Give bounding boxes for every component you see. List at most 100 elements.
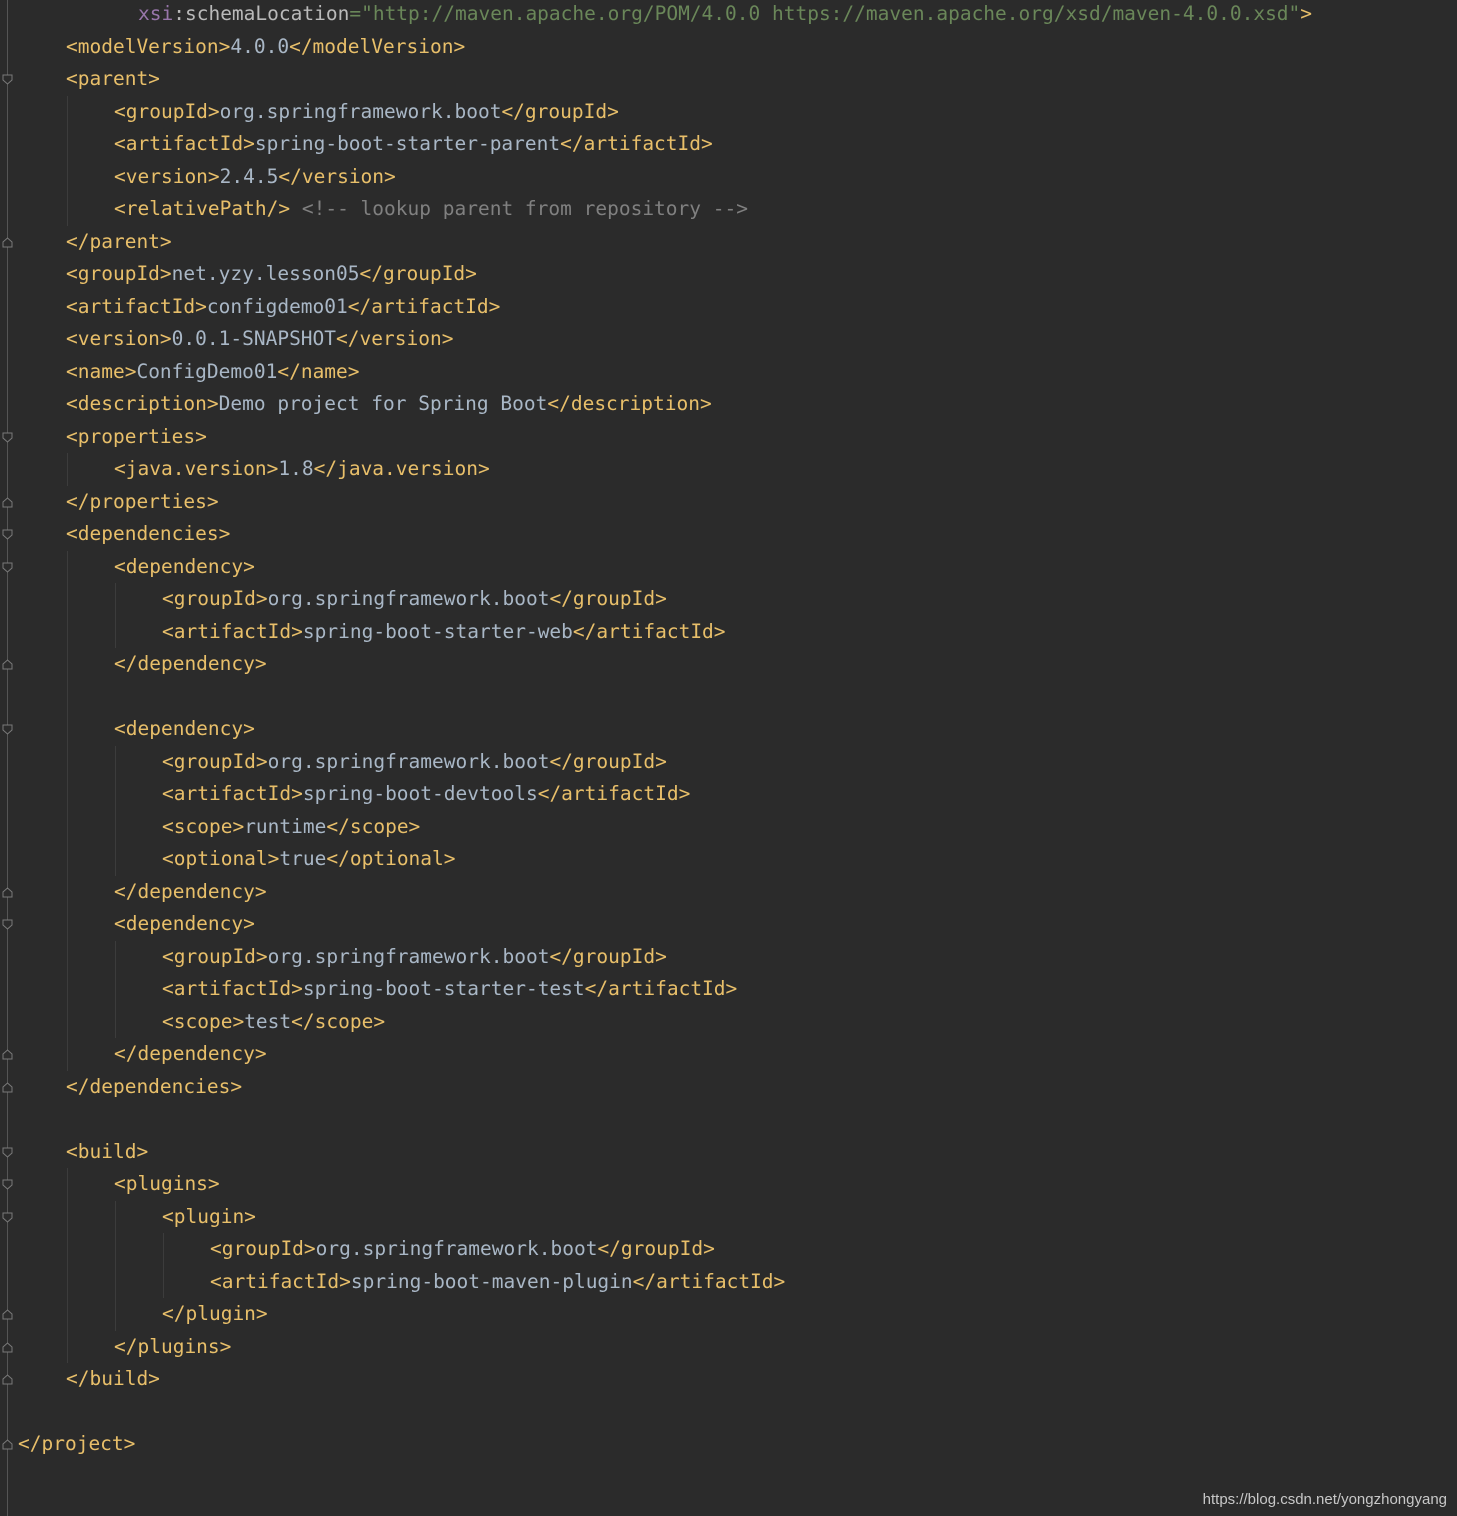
code-token-tag: <artifactId>	[162, 782, 303, 805]
code-line[interactable]: <plugin>	[162, 1201, 256, 1233]
code-line[interactable]: <dependency>	[114, 713, 255, 745]
indent-guide	[67, 550, 68, 1071]
code-token-tag: <relativePath/>	[114, 197, 291, 220]
code-line[interactable]: </plugin>	[162, 1298, 268, 1330]
code-token-tag: </parent>	[66, 229, 172, 253]
indent-guide	[115, 940, 116, 1038]
code-line[interactable]: <version>0.0.1-SNAPSHOT</version>	[66, 323, 453, 355]
watermark-text: https://blog.csdn.net/yongzhongyang	[1202, 1491, 1447, 1508]
code-line[interactable]: <groupId>net.yzy.lesson05</groupId>	[66, 258, 477, 290]
fold-close-icon[interactable]	[2, 236, 13, 248]
code-line[interactable]: <groupId>org.springframework.boot</group…	[162, 746, 667, 778]
code-token-tag: </artifactId>	[560, 132, 713, 155]
code-line[interactable]: <artifactId>spring-boot-maven-plugin</ar…	[210, 1266, 785, 1298]
code-line[interactable]: <dependency>	[114, 908, 255, 940]
fold-open-icon[interactable]	[2, 1147, 13, 1158]
code-line[interactable]: <dependency>	[114, 551, 255, 583]
code-line[interactable]: <artifactId>spring-boot-starter-parent</…	[114, 128, 713, 160]
code-line[interactable]: <properties>	[66, 421, 207, 453]
fold-close-icon[interactable]	[2, 496, 13, 508]
fold-close-icon[interactable]	[2, 1439, 13, 1450]
fold-open-icon[interactable]	[2, 724, 13, 735]
code-token-txt: 2.4.5	[219, 164, 279, 188]
code-token-tag: </groupId>	[549, 587, 667, 610]
fold-close-icon[interactable]	[2, 1341, 13, 1353]
code-token-tag: <groupId>	[162, 944, 268, 968]
code-token-tag: <version>	[66, 327, 172, 350]
code-editor[interactable]: xsi:schemaLocation="http://maven.apache.…	[0, 0, 1457, 1516]
code-line[interactable]: <groupId>org.springframework.boot</group…	[210, 1233, 715, 1265]
code-line[interactable]: </project>	[18, 1428, 135, 1460]
code-line[interactable]: <scope>runtime</scope>	[162, 811, 420, 843]
code-line[interactable]: </plugins>	[114, 1331, 231, 1363]
fold-open-icon[interactable]	[2, 1179, 13, 1190]
code-token-tag: </scope>	[291, 1009, 386, 1033]
code-line[interactable]: </dependencies>	[66, 1071, 242, 1103]
code-line[interactable]: </dependency>	[114, 648, 267, 680]
code-line[interactable]: <modelVersion>4.0.0</modelVersion>	[66, 31, 465, 63]
fold-close-icon[interactable]	[2, 1374, 13, 1385]
indent-guide	[163, 1233, 164, 1298]
fold-open-icon[interactable]	[2, 562, 13, 573]
code-token-tag: <plugin>	[162, 1204, 256, 1228]
fold-close-icon[interactable]	[2, 1309, 13, 1320]
code-token-tag: <name>	[66, 359, 137, 383]
code-line[interactable]: </properties>	[66, 486, 219, 518]
code-line[interactable]: <artifactId>configdemo01</artifactId>	[66, 291, 500, 323]
code-token-tag: </dependency>	[114, 1042, 267, 1065]
code-line[interactable]: <groupId>org.springframework.boot</group…	[114, 96, 619, 128]
code-token-tag: <version>	[114, 164, 220, 188]
fold-open-icon[interactable]	[2, 919, 13, 930]
fold-close-icon[interactable]	[2, 1049, 13, 1060]
code-token-tag: <modelVersion>	[66, 34, 231, 58]
code-token-tag: <dependency>	[114, 912, 255, 935]
code-token-attr-ns: xsi	[138, 2, 174, 25]
code-line[interactable]: <plugins>	[114, 1168, 220, 1200]
fold-close-icon[interactable]	[2, 1081, 13, 1093]
code-line[interactable]: <groupId>org.springframework.boot</group…	[162, 583, 667, 615]
code-line[interactable]: <relativePath/> <!-- lookup parent from …	[114, 193, 748, 225]
code-line[interactable]: <artifactId>spring-boot-starter-test</ar…	[162, 973, 737, 1005]
code-line[interactable]: <artifactId>spring-boot-starter-web</art…	[162, 616, 726, 648]
code-line[interactable]: </dependency>	[114, 876, 267, 908]
code-token-tag: </scope>	[326, 814, 421, 838]
code-line[interactable]: <parent>	[66, 63, 160, 95]
gutter-divider	[7, 0, 8, 1516]
code-line[interactable]: <name>ConfigDemo01</name>	[66, 356, 360, 388]
code-line[interactable]: <version>2.4.5</version>	[114, 161, 396, 193]
code-token-txt: true	[279, 847, 327, 870]
code-line[interactable]: </build>	[66, 1363, 160, 1395]
code-token-tag: </name>	[277, 359, 360, 383]
code-token-tag: </java.version>	[313, 457, 490, 480]
code-token-tag: </description>	[547, 392, 712, 415]
code-line[interactable]: <java.version>1.8</java.version>	[114, 453, 490, 485]
code-token-tag: <artifactId>	[114, 132, 255, 155]
code-line[interactable]: </parent>	[66, 226, 172, 258]
code-line[interactable]: <description>Demo project for Spring Boo…	[66, 388, 712, 420]
code-line[interactable]: <groupId>org.springframework.boot</group…	[162, 941, 667, 973]
code-line[interactable]: xsi:schemaLocation="http://maven.apache.…	[138, 0, 1312, 30]
code-line[interactable]: <build>	[66, 1136, 148, 1168]
code-token-tag: <parent>	[66, 67, 160, 90]
code-line[interactable]: <optional>true</optional>	[162, 843, 456, 875]
code-token-tag: <groupId>	[114, 99, 220, 123]
code-line[interactable]: <artifactId>spring-boot-devtools</artifa…	[162, 778, 690, 810]
code-token-tag: </plugins>	[114, 1334, 232, 1358]
code-token-txt: runtime	[244, 814, 327, 838]
code-token-tag: </version>	[336, 327, 454, 350]
indent-guide	[67, 1168, 68, 1363]
fold-open-icon[interactable]	[2, 529, 13, 540]
fold-open-icon[interactable]	[2, 74, 13, 85]
code-line[interactable]: </dependency>	[114, 1038, 267, 1070]
fold-open-icon[interactable]	[2, 432, 13, 443]
code-token-tag: </properties>	[66, 489, 219, 513]
fold-gutter	[0, 0, 16, 1516]
code-line[interactable]: <dependencies>	[66, 518, 230, 550]
code-token-tag: </artifactId>	[572, 619, 726, 643]
code-line[interactable]: <scope>test</scope>	[162, 1006, 385, 1038]
code-token-tag: </artifactId>	[537, 782, 691, 805]
fold-open-icon[interactable]	[2, 1212, 13, 1223]
fold-close-icon[interactable]	[2, 659, 13, 670]
fold-close-icon[interactable]	[2, 886, 13, 898]
